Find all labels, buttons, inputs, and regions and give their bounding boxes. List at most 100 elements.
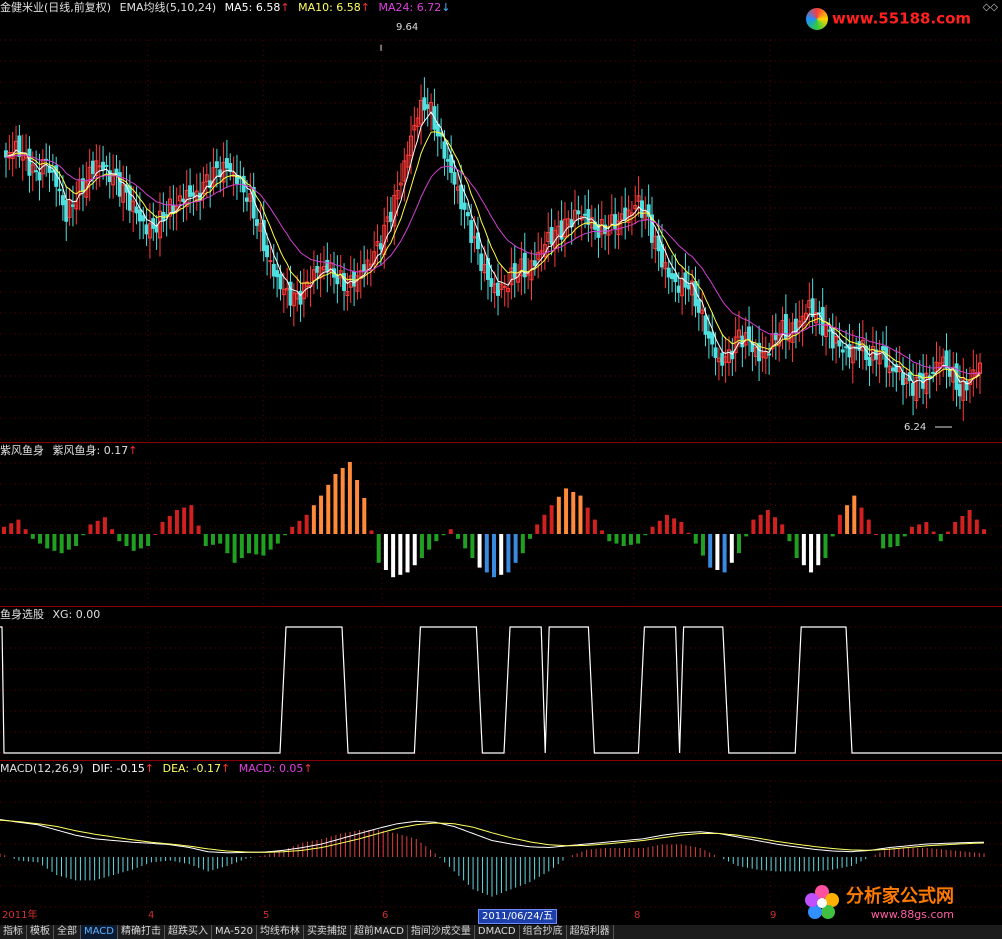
fish-bar [556,496,561,534]
fish-bar [528,534,533,539]
fish-bar [931,531,936,534]
fish-bar [412,534,417,566]
fish-bar [758,514,763,534]
fish-bar [239,534,244,558]
fish-bar [881,534,886,549]
fish-bar [614,534,619,544]
fish-bar [801,534,806,566]
indicator-tabs[interactable]: 指标 模板 全部 MACD 精确打击 超跌买入 MA-520 均线布林 买卖捕捉 超前MACD 指间… [0,925,1002,939]
fish-bar [852,495,857,534]
stock-name: 金健米业(日线,前复权) [0,1,112,14]
fish-bar [535,524,540,534]
fish-bar [765,510,770,534]
tab-10[interactable]: 指间沙成交量 [408,925,475,939]
candle-body [720,352,725,366]
fish-bar [679,522,684,534]
tab-0[interactable]: 指标 [0,925,27,939]
xg-title: 鱼身选股 [0,608,44,621]
candle-body [911,382,916,396]
tab-3[interactable]: MACD [81,925,118,939]
axis-year: 2011年 [2,910,38,921]
fish-bar [311,505,316,534]
candle-body [489,278,494,287]
fish-bar [131,534,136,551]
fish-bar [16,519,21,534]
candle-body [435,123,440,137]
candle-body [837,340,842,347]
fish-bar [326,484,331,534]
fish-bar [448,529,453,534]
fish-bar [167,516,172,534]
tab-8[interactable]: 买卖捕捉 [304,925,351,939]
fish-bar [809,534,814,573]
fish-bar [419,534,424,558]
tab-5[interactable]: 超跌买入 [165,925,212,939]
fish-header: 紫风鱼身 紫风鱼身: 0.17↑ [0,444,138,457]
fish-bar [780,524,785,534]
fish-bar [722,534,727,573]
fish-bar [333,474,338,534]
fish-bar [405,534,410,573]
fish-bar [492,534,496,578]
candle-body [127,185,132,211]
fish-bar [873,534,878,535]
fish-bar [974,519,979,534]
tab-11[interactable]: DMACD [475,925,520,939]
fish-bar [837,514,842,534]
candle-body [104,164,109,167]
fish-bar [542,514,547,534]
flower-logo-icon [805,885,839,919]
xg-panel[interactable]: 鱼身选股 XG: 0.00 [0,607,1002,760]
dif-value: DIF: -0.15 [92,762,145,775]
candle-body [673,273,678,283]
fish-bar [960,516,965,534]
fish-bar [506,534,511,573]
fish-panel[interactable]: 紫风鱼身 紫风鱼身: 0.17↑ [0,443,1002,606]
candlestick-chart[interactable] [0,0,1002,442]
fish-bar [355,480,360,534]
tab-2[interactable]: 全部 [54,925,81,939]
candle-body [335,275,340,285]
price-panel[interactable]: 金健米业(日线,前复权) EMA均线(5,10,24) MA5: 6.58↑ M… [0,0,1002,442]
tab-1[interactable]: 模板 [27,925,54,939]
fish-bar [369,530,374,534]
fish-bar [398,534,403,575]
candle-body [931,371,936,374]
fish-bar [391,534,396,578]
fish-bar [621,534,626,546]
candle-body [144,224,149,235]
candle-body [670,273,675,280]
fish-bar [225,534,230,554]
fish-bar [383,534,388,570]
tab-9[interactable]: 超前MACD [351,925,408,939]
fish-bar [174,510,179,534]
fish-histogram[interactable] [0,443,1002,606]
candle-body [586,209,591,225]
candle-body [388,211,393,222]
fish-bar [737,534,741,554]
fish-bar [636,534,641,544]
fish-bar [30,534,35,539]
macd-value: MACD: 0.05 [238,762,304,775]
xg-signal-line[interactable] [0,607,1002,760]
tab-13[interactable]: 超短利器 [567,925,614,939]
fish-bar [938,534,943,542]
tab-6[interactable]: MA-520 [212,925,257,939]
fish-bar [376,534,381,563]
tab-7[interactable]: 均线布林 [257,925,304,939]
tab-12[interactable]: 组合抄底 [520,925,567,939]
fish-bar [657,520,662,534]
candle-body [315,266,320,273]
fish-bar [160,522,165,534]
candle-body [810,298,815,318]
fish-bar [2,526,6,534]
candle-body [462,202,467,210]
candle-body [97,165,102,168]
candle-body [465,212,470,217]
candle-body [452,172,457,185]
fish-value: 紫风鱼身: 0.17 [52,444,129,457]
tab-4[interactable]: 精确打击 [118,925,165,939]
candle-body [275,270,280,278]
fish-bar [715,534,720,570]
fish-bar [434,534,439,542]
